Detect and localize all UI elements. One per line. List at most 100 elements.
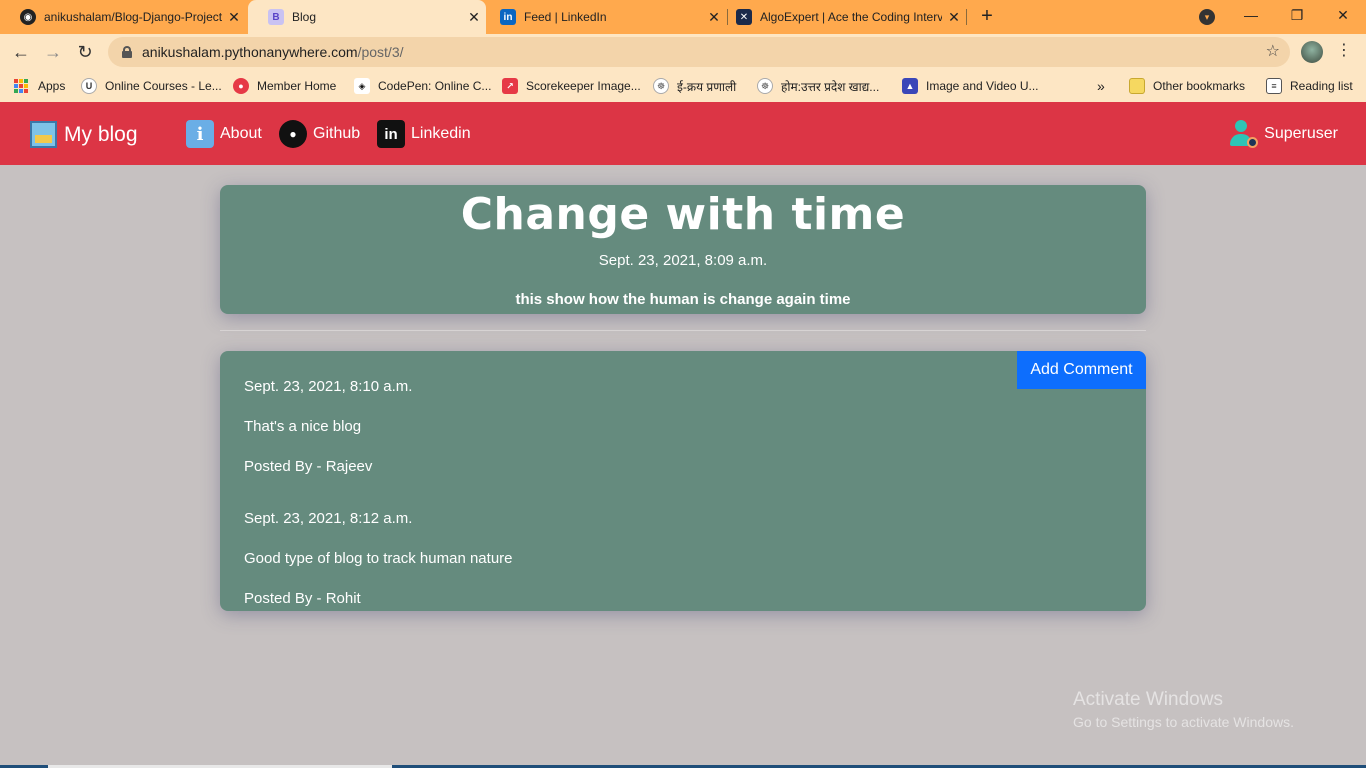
nav-label: Linkedin bbox=[411, 125, 471, 142]
comment-text: Good type of blog to track human nature bbox=[244, 550, 513, 567]
tab-strip: ◉ anikushalam/Blog-Django-Project ✕ B Bl… bbox=[0, 0, 1366, 34]
user-menu[interactable]: Superuser bbox=[1230, 120, 1338, 148]
bookmark-star-icon[interactable]: ☆ bbox=[1266, 41, 1280, 61]
bookmark-online-courses[interactable]: U Online Courses - Le... bbox=[81, 70, 222, 102]
tab-linkedin[interactable]: in Feed | LinkedIn ✕ bbox=[480, 0, 726, 34]
browser-toolbar: ← → ↻ anikushalam.pythonanywhere.com/pos… bbox=[0, 34, 1366, 70]
tab-title: anikushalam/Blog-Django-Project bbox=[44, 10, 222, 24]
bookmark-label: Member Home bbox=[257, 79, 337, 93]
emblem-icon: ☸ bbox=[757, 78, 773, 94]
brand-link[interactable]: My blog bbox=[30, 121, 138, 148]
divider bbox=[220, 330, 1146, 331]
tab-title: Feed | LinkedIn bbox=[524, 10, 607, 24]
comment-text: That's a nice blog bbox=[244, 418, 362, 435]
tab-github[interactable]: ◉ anikushalam/Blog-Django-Project ✕ bbox=[0, 0, 246, 34]
bootstrap-icon: B bbox=[268, 9, 284, 25]
comment-date: Sept. 23, 2021, 8:12 a.m. bbox=[244, 510, 413, 527]
bookmark-label: Scorekeeper Image... bbox=[526, 79, 641, 93]
close-icon[interactable]: ✕ bbox=[222, 9, 246, 26]
comments-card: Add Comment Sept. 23, 2021, 8:10 a.m. Th… bbox=[220, 351, 1146, 611]
github-icon: ● bbox=[279, 120, 307, 148]
algoexpert-icon: ✕ bbox=[736, 9, 752, 25]
reading-list-icon: ≡ bbox=[1266, 78, 1282, 94]
reload-button[interactable]: ↻ bbox=[72, 39, 98, 65]
member-icon: ● bbox=[233, 78, 249, 94]
comment-item: Sept. 23, 2021, 8:10 a.m. That's a nice … bbox=[244, 377, 412, 497]
gear-badge-icon bbox=[1247, 137, 1259, 148]
url-path: /post/3/ bbox=[357, 44, 404, 60]
user-icon bbox=[1230, 120, 1259, 148]
bookmarks-overflow-button[interactable]: » bbox=[1097, 70, 1105, 102]
bookmark-label: होम:उत्तर प्रदेश खाद्य... bbox=[781, 79, 880, 94]
bookmark-khadya[interactable]: ☸ होम:उत्तर प्रदेश खाद्य... bbox=[757, 70, 879, 102]
profile-avatar[interactable] bbox=[1301, 41, 1323, 63]
bookmark-label: Other bookmarks bbox=[1153, 79, 1246, 93]
image-upload-icon: ▲ bbox=[902, 78, 918, 94]
url-text[interactable]: anikushalam.pythonanywhere.com/post/3/ bbox=[142, 44, 404, 60]
forward-button[interactable]: → bbox=[40, 39, 66, 65]
tab-separator bbox=[966, 9, 967, 25]
add-comment-button[interactable]: Add Comment bbox=[1017, 351, 1146, 389]
comment-date: Sept. 23, 2021, 8:10 a.m. bbox=[244, 378, 413, 395]
site-navbar: My blog i About ● Github in Linkedin Sup… bbox=[0, 102, 1366, 165]
bookmark-label: ई-क्रय प्रणाली bbox=[677, 79, 737, 94]
linkedin-icon: in bbox=[377, 120, 405, 148]
linkedin-icon: in bbox=[500, 9, 516, 25]
tab-title: AlgoExpert | Ace the Coding Interviews bbox=[760, 10, 942, 24]
bookmark-label: Reading list bbox=[1290, 79, 1353, 93]
info-icon: i bbox=[186, 120, 214, 148]
tab-search-icon[interactable]: ▾ bbox=[1199, 9, 1215, 25]
close-icon[interactable]: ✕ bbox=[942, 9, 966, 26]
bookmark-label: Online Courses - Le... bbox=[105, 79, 222, 93]
address-bar[interactable]: anikushalam.pythonanywhere.com/post/3/ ☆ bbox=[108, 37, 1290, 67]
github-icon: ◉ bbox=[20, 9, 36, 25]
nav-label: Github bbox=[313, 125, 361, 142]
post-date: Sept. 23, 2021, 8:09 a.m. bbox=[598, 252, 768, 269]
reading-list[interactable]: ≡ Reading list bbox=[1266, 70, 1353, 102]
blog-logo-icon bbox=[30, 121, 57, 148]
brand-label: My blog bbox=[64, 122, 138, 146]
menu-icon[interactable]: ⋮ bbox=[1336, 40, 1352, 60]
bookmarks-bar: Apps U Online Courses - Le... ● Member H… bbox=[0, 70, 1366, 102]
activate-windows-watermark: Activate Windows Go to Settings to activ… bbox=[1073, 689, 1294, 730]
emblem-icon: ☸ bbox=[653, 78, 669, 94]
udemy-icon: U bbox=[81, 78, 97, 94]
watermark-title: Activate Windows bbox=[1073, 689, 1223, 710]
bookmark-scorekeeper[interactable]: ↗ Scorekeeper Image... bbox=[502, 70, 641, 102]
bookmark-apps[interactable]: Apps bbox=[14, 70, 65, 102]
bookmark-ekray[interactable]: ☸ ई-क्रय प्रणाली bbox=[653, 70, 736, 102]
apps-grid-icon bbox=[14, 79, 28, 93]
tab-title: Blog bbox=[292, 10, 317, 24]
new-tab-button[interactable]: + bbox=[976, 5, 998, 27]
comment-item: Sept. 23, 2021, 8:12 a.m. Good type of b… bbox=[244, 509, 513, 611]
watermark-subtitle: Go to Settings to activate Windows. bbox=[1073, 714, 1294, 730]
tab-algoexpert[interactable]: ✕ AlgoExpert | Ace the Coding Interviews… bbox=[716, 0, 966, 34]
bookmark-image-upload[interactable]: ▲ Image and Video U... bbox=[902, 70, 1039, 102]
bookmark-codepen[interactable]: ◈ CodePen: Online C... bbox=[354, 70, 491, 102]
nav-github[interactable]: ● Github bbox=[279, 120, 360, 148]
codepen-icon: ◈ bbox=[354, 78, 370, 94]
nav-about[interactable]: i About bbox=[186, 120, 262, 148]
close-window-button[interactable]: ✕ bbox=[1320, 0, 1366, 30]
nav-linkedin[interactable]: in Linkedin bbox=[377, 120, 471, 148]
restore-button[interactable]: ❐ bbox=[1274, 0, 1320, 30]
post-card: Change with time Sept. 23, 2021, 8:09 a.… bbox=[220, 185, 1146, 314]
tab-blog[interactable]: B Blog ✕ bbox=[248, 0, 486, 34]
bookmark-label: Image and Video U... bbox=[926, 79, 1039, 93]
folder-icon bbox=[1129, 78, 1145, 94]
comment-author: Posted By - Rajeev bbox=[244, 458, 373, 475]
lock-icon[interactable] bbox=[122, 46, 132, 58]
url-host: anikushalam.pythonanywhere.com bbox=[142, 44, 358, 60]
bookmark-member-home[interactable]: ● Member Home bbox=[233, 70, 336, 102]
bookmark-other[interactable]: Other bookmarks bbox=[1129, 70, 1245, 102]
post-title: Change with time bbox=[460, 189, 906, 240]
back-button[interactable]: ← bbox=[8, 39, 34, 65]
comment-author: Posted By - Rohit bbox=[244, 590, 361, 607]
scorekeeper-icon: ↗ bbox=[502, 78, 518, 94]
bookmark-label: CodePen: Online C... bbox=[378, 79, 492, 93]
nav-label: About bbox=[220, 125, 262, 142]
minimize-button[interactable]: — bbox=[1228, 0, 1274, 30]
post-description: this show how the human is change again … bbox=[515, 291, 851, 308]
user-label: Superuser bbox=[1264, 125, 1338, 142]
bookmark-label: Apps bbox=[38, 79, 66, 93]
